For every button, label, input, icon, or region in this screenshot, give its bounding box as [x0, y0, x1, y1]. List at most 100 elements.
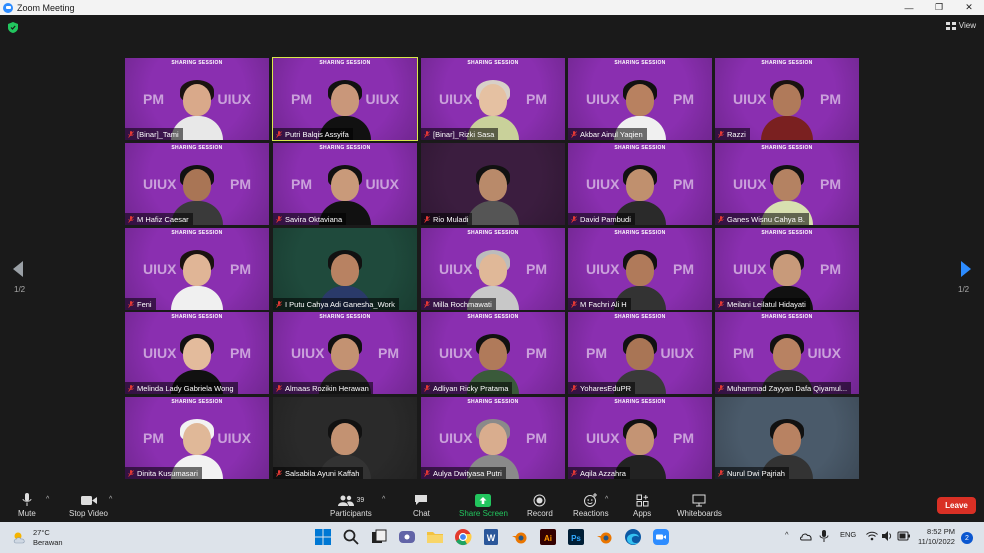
participant-video-tile[interactable]: SHARING SESSION PM UIUX Putri Balqis Assyif…: [272, 57, 418, 141]
participant-video-tile[interactable]: SHARING SESSION UIUX PM Milla Rochmawati: [421, 228, 565, 310]
participant-video-tile[interactable]: Salsabila Ayuni Kaffah: [273, 397, 417, 479]
participant-name-bar: Salsabila Ayuni Kaffah: [273, 467, 364, 479]
participant-video-tile[interactable]: SHARING SESSION UIUX PM Almaas Rozikin Hera…: [273, 312, 417, 394]
participant-video-tile[interactable]: Rio Muladi: [421, 143, 565, 225]
session-banner: SHARING SESSION: [614, 399, 666, 405]
blender-icon-2[interactable]: [596, 528, 614, 546]
maximize-icon[interactable]: ❐: [924, 0, 954, 15]
participant-video-tile[interactable]: SHARING SESSION PM UIUX Muhammad Zayyan Daf…: [715, 312, 859, 394]
participant-name-bar: M Hafiz Caesar: [125, 213, 193, 225]
photoshop-icon[interactable]: Ps: [567, 528, 585, 546]
participant-name-bar: Ganes Wisnu Cahya B.: [715, 213, 809, 225]
participant-video-tile[interactable]: SHARING SESSION UIUX PM Akbar Ainul Yaqien: [568, 58, 712, 140]
encryption-shield-icon[interactable]: [8, 22, 18, 33]
reactions-label: Reactions: [573, 509, 609, 518]
file-explorer-icon[interactable]: [426, 528, 444, 546]
session-banner: SHARING SESSION: [319, 314, 371, 320]
participant-video-tile[interactable]: I Putu Cahya Adi Ganesha_Work: [273, 228, 417, 310]
background-label-right: PM: [820, 176, 841, 192]
background-label-right: PM: [673, 176, 694, 192]
reactions-options-chevron-icon[interactable]: ^: [605, 496, 608, 503]
mute-button[interactable]: Mute: [18, 491, 36, 518]
leave-button[interactable]: Leave: [937, 497, 976, 514]
share-screen-icon: [475, 493, 492, 507]
notification-badge[interactable]: 2: [961, 532, 973, 544]
clock-time: 8:52 PM: [927, 527, 955, 536]
mute-options-chevron-icon[interactable]: ^: [46, 496, 49, 503]
participants-options-chevron-icon[interactable]: ^: [382, 496, 385, 503]
emoji-reaction-icon: [583, 493, 597, 507]
show-hidden-icons-chevron-icon[interactable]: ^: [785, 530, 789, 539]
participant-video-tile[interactable]: SHARING SESSION UIUX PM Aulya Dwityasa Putr…: [421, 397, 565, 479]
system-clock[interactable]: 8:52 PM 11/10/2022: [918, 527, 955, 547]
background-label-right: PM: [673, 91, 694, 107]
reactions-button[interactable]: Reactions: [573, 491, 609, 518]
video-options-chevron-icon[interactable]: ^: [109, 496, 112, 503]
participant-video-tile[interactable]: SHARING SESSION PM UIUX [Binar]_Tami: [125, 58, 269, 140]
word-icon[interactable]: W: [482, 528, 500, 546]
participant-name-bar: Melinda Lady Gabriela Wong: [125, 382, 238, 394]
background-label-left: PM: [143, 430, 164, 446]
apps-button[interactable]: Apps: [633, 491, 651, 518]
participant-video-tile[interactable]: SHARING SESSION UIUX PM Ganes Wisnu Cahya B…: [715, 143, 859, 225]
participant-name: Meilani Leilatul Hidayati: [727, 299, 806, 309]
background-label-right: PM: [526, 91, 547, 107]
participant-name: Adliyan Ricky Pratama: [433, 383, 509, 393]
participant-video-tile[interactable]: SHARING SESSION PM UIUX Dinita Kusumasari: [125, 397, 269, 479]
microphone-tray-icon[interactable]: [819, 530, 829, 542]
participant-video-tile[interactable]: SHARING SESSION UIUX PM Feni: [125, 228, 269, 310]
blender-icon[interactable]: [511, 528, 529, 546]
participant-name-bar: Almaas Rozikin Herawan: [273, 382, 373, 394]
muted-mic-icon: [276, 384, 282, 392]
participant-name: David Pambudi: [580, 214, 631, 224]
participant-name: Putri Balqis Assyifa: [285, 129, 349, 139]
record-button[interactable]: Record: [527, 491, 553, 518]
participant-video-tile[interactable]: SHARING SESSION UIUX PM M Hafiz Caesar: [125, 143, 269, 225]
participant-name: Salsabila Ayuni Kaffah: [285, 468, 360, 478]
battery-icon[interactable]: [897, 530, 911, 542]
participant-video-tile[interactable]: SHARING SESSION UIUX PM Razzi: [715, 58, 859, 140]
search-icon[interactable]: [342, 528, 360, 546]
participant-video-tile[interactable]: SHARING SESSION UIUX PM Aqila Azzahra: [568, 397, 712, 479]
meeting-topbar: View: [0, 15, 984, 40]
participant-video-tile[interactable]: SHARING SESSION UIUX PM Melinda Lady Gabrie…: [125, 312, 269, 394]
task-view-icon[interactable]: [370, 528, 388, 546]
svg-text:Ps: Ps: [571, 534, 581, 543]
share-screen-label: Share Screen: [459, 509, 508, 518]
share-screen-button[interactable]: Share Screen: [459, 491, 508, 518]
participant-video-tile[interactable]: SHARING SESSION UIUX PM David Pambudi: [568, 143, 712, 225]
wifi-icon[interactable]: [866, 530, 878, 542]
minimize-icon[interactable]: —: [894, 0, 924, 15]
participant-name: Savira Oktaviana: [285, 214, 343, 224]
next-page-arrow-icon[interactable]: [959, 260, 973, 278]
zoom-taskbar-icon[interactable]: [652, 528, 670, 546]
weather-widget[interactable]: 27°C Berawan: [12, 528, 63, 548]
participant-video-tile[interactable]: SHARING SESSION UIUX PM Adliyan Ricky Prata…: [421, 312, 565, 394]
previous-page-arrow-icon[interactable]: [11, 260, 25, 278]
view-button[interactable]: View: [945, 21, 976, 30]
background-label-left: PM: [733, 345, 754, 361]
onedrive-sync-icon[interactable]: [800, 530, 812, 542]
stop-video-button[interactable]: Stop Video: [69, 491, 108, 518]
windows-start-icon[interactable]: [314, 528, 332, 546]
participant-video-tile[interactable]: SHARING SESSION UIUX PM M Fachri Ali H: [568, 228, 712, 310]
session-banner: SHARING SESSION: [761, 230, 813, 236]
participants-button[interactable]: 39 Participants: [330, 491, 372, 518]
muted-mic-icon: [424, 215, 430, 223]
edge-icon[interactable]: [624, 528, 642, 546]
input-language[interactable]: ENG: [840, 530, 856, 539]
volume-icon[interactable]: [881, 530, 893, 542]
background-label-right: PM: [230, 345, 251, 361]
participant-video-tile[interactable]: SHARING SESSION UIUX PM [Binar]_Rizki Sasa: [421, 58, 565, 140]
participant-video-tile[interactable]: Nurul Dwi Pajriah: [715, 397, 859, 479]
close-icon[interactable]: ✕: [954, 0, 984, 15]
whiteboards-button[interactable]: Whiteboards: [677, 491, 722, 518]
illustrator-icon[interactable]: Ai: [539, 528, 557, 546]
participant-video-tile[interactable]: SHARING SESSION UIUX PM Meilani Leilatul Hi…: [715, 228, 859, 310]
participant-video-tile[interactable]: SHARING SESSION PM UIUX YoharesEduPR: [568, 312, 712, 394]
teams-chat-icon[interactable]: [398, 528, 416, 546]
chat-button[interactable]: Chat: [413, 491, 430, 518]
participant-name: I Putu Cahya Adi Ganesha_Work: [285, 299, 395, 309]
participant-video-tile[interactable]: SHARING SESSION PM UIUX Savira Oktaviana: [273, 143, 417, 225]
chrome-icon[interactable]: [454, 528, 472, 546]
